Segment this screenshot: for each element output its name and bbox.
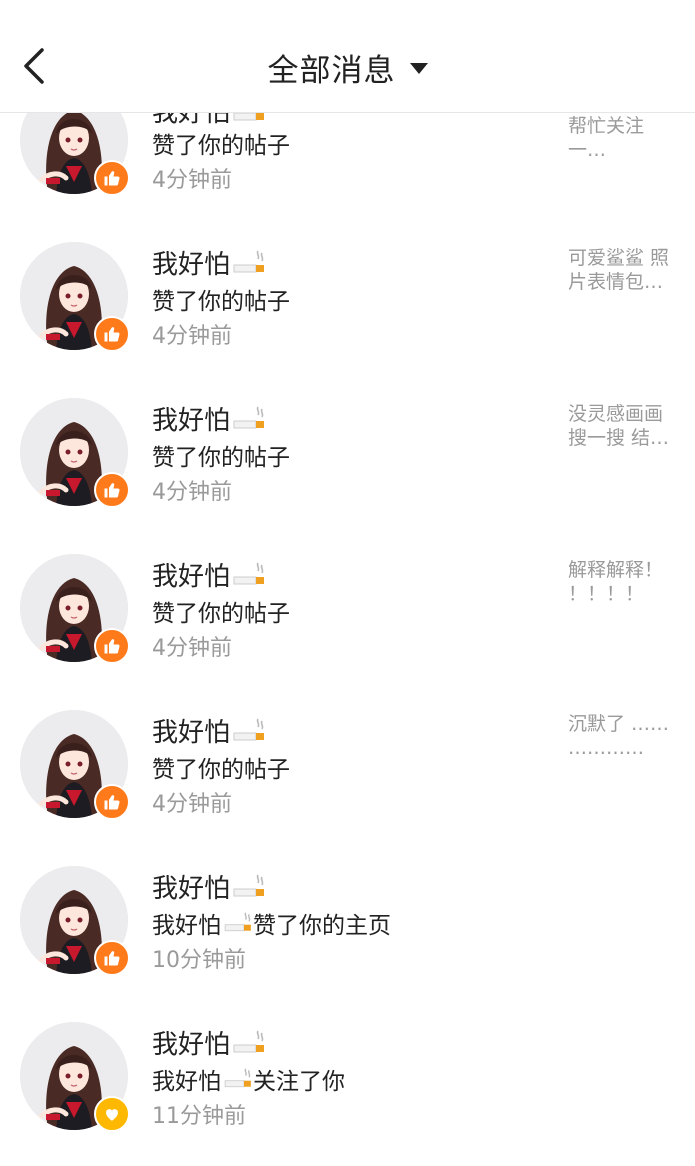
post-preview[interactable]: 解释解释！！！！！ — [568, 558, 678, 606]
cigarette-icon — [233, 406, 265, 428]
sender-name[interactable]: 我好怕 — [152, 868, 266, 905]
post-preview[interactable]: 帮忙关注 一… — [568, 114, 678, 162]
timestamp: 4分钟前 — [152, 168, 232, 193]
thumbs-up-icon — [104, 639, 120, 654]
action-text: 赞了你的帖子 — [152, 133, 290, 159]
cigarette-icon — [233, 250, 265, 272]
thumbs-up-icon — [104, 327, 120, 342]
sender-name[interactable]: 我好怕 — [152, 1024, 266, 1061]
post-preview[interactable]: 可爱鲨鲨 照片表情包… — [568, 246, 678, 294]
title-dropdown[interactable]: 全部消息 — [0, 44, 695, 90]
like-badge — [94, 940, 130, 976]
follow-badge — [94, 1096, 130, 1132]
action-text: 赞了你的帖子 — [152, 601, 290, 627]
list-item[interactable]: 我好怕 赞了你的帖子 4分钟前 沉默了 ……………… — [0, 710, 695, 866]
caret-down-icon — [409, 62, 428, 74]
thumbs-up-icon — [104, 795, 120, 810]
cigarette-icon — [233, 1030, 265, 1052]
action-text: 赞了你的帖子 — [152, 445, 290, 471]
cigarette-icon — [224, 912, 251, 932]
cigarette-icon — [224, 1068, 251, 1088]
list-item[interactable]: 我好怕 赞了你的帖子 4分钟前 可爱鲨鲨 照片表情包… — [0, 242, 695, 398]
thumbs-up-icon — [104, 951, 120, 966]
list-item[interactable]: 我好怕 赞了你的帖子 4分钟前 解释解释！！！！！ — [0, 554, 695, 710]
page-title: 全部消息 — [267, 52, 396, 89]
action-text: 赞了你的帖子 — [152, 757, 290, 783]
message-list: 我好怕 赞了你的帖子 4分钟前 帮忙关注 一… 我好怕 赞了你的帖子 4分钟前 可… — [0, 0, 695, 1166]
like-badge — [94, 472, 130, 508]
action-text: 我好怕 关注了你 — [152, 1068, 345, 1095]
timestamp: 4分钟前 — [152, 636, 232, 661]
timestamp: 4分钟前 — [152, 792, 232, 817]
action-text: 我好怕 赞了你的主页 — [152, 912, 391, 939]
cigarette-icon — [233, 562, 265, 584]
list-item[interactable]: 我好怕 赞了你的帖子 4分钟前 没灵感画画 搜一搜 结… — [0, 398, 695, 554]
post-preview[interactable]: 沉默了 ……………… — [568, 712, 678, 760]
heart-icon — [106, 1109, 118, 1121]
thumbs-up-icon — [104, 171, 120, 186]
sender-name[interactable]: 我好怕 — [152, 400, 266, 437]
action-text: 赞了你的帖子 — [152, 289, 290, 315]
cigarette-icon — [233, 874, 265, 896]
timestamp: 4分钟前 — [152, 324, 232, 349]
cigarette-icon — [233, 718, 265, 740]
timestamp: 10分钟前 — [152, 948, 246, 973]
thumbs-up-icon — [104, 483, 120, 498]
like-badge — [94, 316, 130, 352]
like-badge — [94, 784, 130, 820]
sender-name[interactable]: 我好怕 — [152, 712, 266, 749]
like-badge — [94, 628, 130, 664]
sender-name[interactable]: 我好怕 — [152, 244, 266, 281]
like-badge — [94, 160, 130, 196]
list-item[interactable]: 我好怕 我好怕 关注了你 11分钟前 — [0, 1022, 695, 1166]
top-nav-bar: 全部消息 — [0, 0, 695, 113]
sender-name[interactable]: 我好怕 — [152, 556, 266, 593]
list-item[interactable]: 我好怕 我好怕 赞了你的主页 10分钟前 — [0, 866, 695, 1022]
post-preview[interactable]: 没灵感画画 搜一搜 结… — [568, 402, 678, 450]
timestamp: 4分钟前 — [152, 480, 232, 505]
timestamp: 11分钟前 — [152, 1104, 246, 1129]
